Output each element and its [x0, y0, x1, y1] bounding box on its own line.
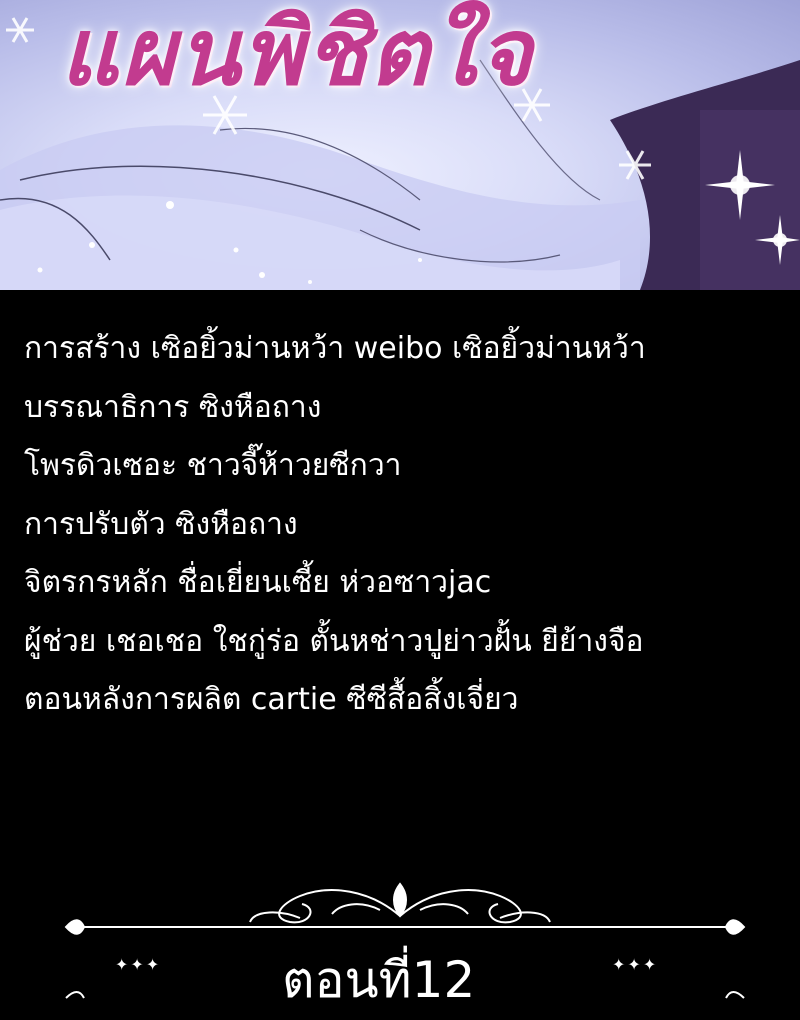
credit-line-producer: โพรดิวเซอะ ชาวจี๊ห้าวยซีกวา: [24, 448, 402, 483]
comic-title: แผนพิชิตใจ: [60, 0, 534, 106]
credit-line-main-artist: จิตรกรหลัก ชื่อเยี่ยนเซี้ย ห่วอซาวjac: [24, 565, 492, 600]
credit-line-assistants: ผู้ช่วย เชอเชอ ใชกู่ร่อ ตั้นหช่าวปูย่าวฝ…: [24, 623, 644, 659]
credit-line-post-production: ตอนหลังการผลิต cartie ซีซีสื้อสิ้งเจี่ยว: [24, 682, 519, 717]
credit-line-editor: บรรณาธิการ ซิงหือถาง: [24, 389, 322, 425]
credit-line-creator: การสร้าง เซิอยิ้วม่านหว้า weibo เซิอยิ้ว…: [24, 331, 646, 366]
ornament-stars-right: ✦✦✦: [612, 955, 659, 974]
chapter-number: ตอนที่12: [282, 951, 476, 1009]
credit-line-adaptation: การปรับตัว ซิงหือถาง: [24, 506, 298, 542]
credits-list: การสร้าง เซิอยิ้วม่านหว้า weibo เซิอยิ้ว…: [24, 320, 784, 730]
cover-banner: แผนพิชิตใจ: [0, 0, 800, 290]
ornament-stars-left: ✦✦✦: [115, 955, 162, 974]
